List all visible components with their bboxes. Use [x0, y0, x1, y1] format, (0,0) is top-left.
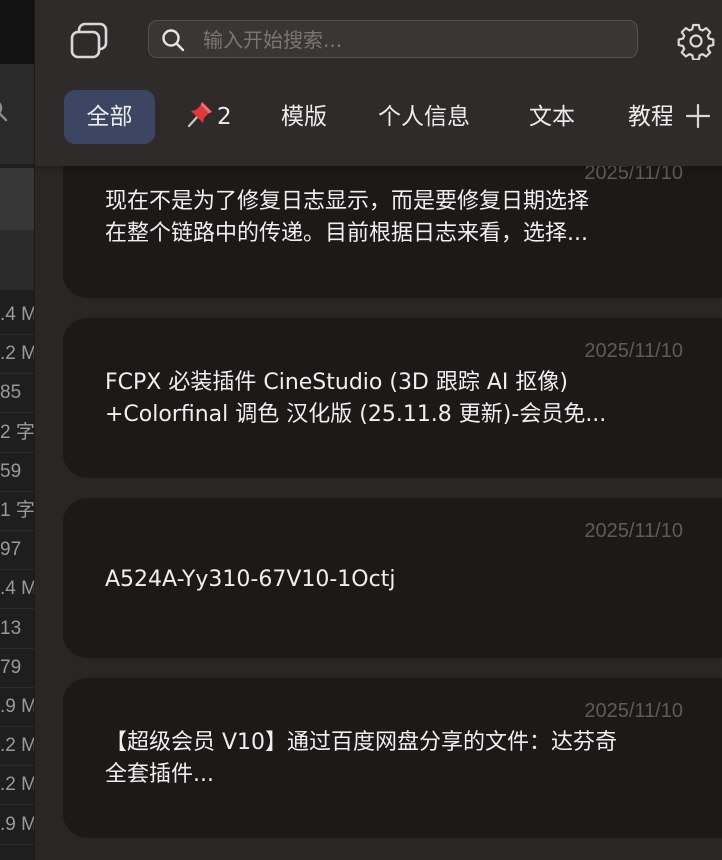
clipboard-panel: 2025/11/10 现在不是为了修复日志显示，而是要修复日期选择 在整个链路中… — [35, 0, 722, 860]
background-window-cell: .2 M — [0, 765, 34, 806]
clip-date: 2025/11/10 — [584, 700, 683, 722]
gear-icon[interactable] — [677, 22, 715, 60]
background-window-selected-row — [0, 168, 34, 230]
clip-card[interactable]: 2025/11/10 FCPX 必装插件 CineStudio (3D 跟踪 A… — [63, 318, 722, 478]
clip-date: 2025/11/10 — [584, 340, 683, 362]
clip-card[interactable]: 2025/11/10 A524A-Yy310-67V10-1Octj — [63, 498, 722, 658]
background-window-cell: 85 — [0, 373, 34, 414]
background-window-cell: .4 M — [0, 295, 34, 335]
copy-icon[interactable] — [69, 22, 109, 60]
background-window-cell: 13 — [0, 609, 34, 649]
tab-templates[interactable]: 模版 — [281, 90, 327, 144]
add-tab-icon[interactable] — [685, 103, 711, 129]
search-icon — [162, 29, 185, 52]
background-window-header-row — [0, 230, 34, 290]
background-window-cell: 79 — [0, 648, 34, 688]
category-tabs: 全部 2 模版 个人信息 文本 教程 — [35, 90, 722, 144]
background-window-cell: .4 M — [0, 569, 34, 610]
tab-tutorials[interactable]: 教程 — [628, 90, 672, 144]
clip-card[interactable]: 2025/11/10 【超级会员 V10】通过百度网盘分享的文件：达芬奇 全套插… — [63, 678, 722, 838]
background-window-cell: .9 M — [0, 687, 34, 727]
background-window-cell: .2 M — [0, 726, 34, 767]
background-window-cell: .9 M — [0, 805, 34, 845]
search-field[interactable] — [148, 20, 638, 59]
clip-date: 2025/11/10 — [584, 520, 683, 542]
clip-text: 【超级会员 V10】通过百度网盘分享的文件：达芬奇 全套插件... — [105, 730, 618, 787]
background-window-cell: 59 — [0, 452, 34, 492]
background-window-titlebar — [0, 0, 34, 64]
tab-pinned-count: 2 — [217, 104, 232, 130]
background-window-cell: 2 字 — [0, 413, 34, 453]
pushpin-icon — [187, 102, 212, 128]
search-icon — [0, 102, 8, 122]
tab-pinned[interactable]: 2 — [185, 90, 232, 144]
background-window: .4 M .2 M 85 2 字 59 1 字 97.4 M 13 79.9 M .2 M .2 M… — [0, 0, 34, 860]
clip-text: FCPX 必装插件 CineStudio (3D 跟踪 AI 抠像) +Colo… — [105, 370, 607, 427]
background-window-cell: 97 — [0, 530, 34, 571]
background-window-cell: .2 M — [0, 334, 34, 375]
tab-all[interactable]: 全部 — [64, 90, 155, 144]
panel-header: 全部 2 模版 个人信息 文本 教程 — [35, 0, 722, 166]
background-window-cell: 1 字 — [0, 491, 34, 531]
search-input[interactable] — [201, 21, 625, 59]
clip-text: A524A-Yy310-67V10-1Octj — [105, 567, 396, 592]
clip-text: 现在不是为了修复日志显示，而是要修复日期选择 在整个链路中的传递。目前根据日志来… — [105, 189, 590, 246]
tab-text[interactable]: 文本 — [529, 90, 575, 144]
tab-personal-info[interactable]: 个人信息 — [378, 90, 470, 144]
